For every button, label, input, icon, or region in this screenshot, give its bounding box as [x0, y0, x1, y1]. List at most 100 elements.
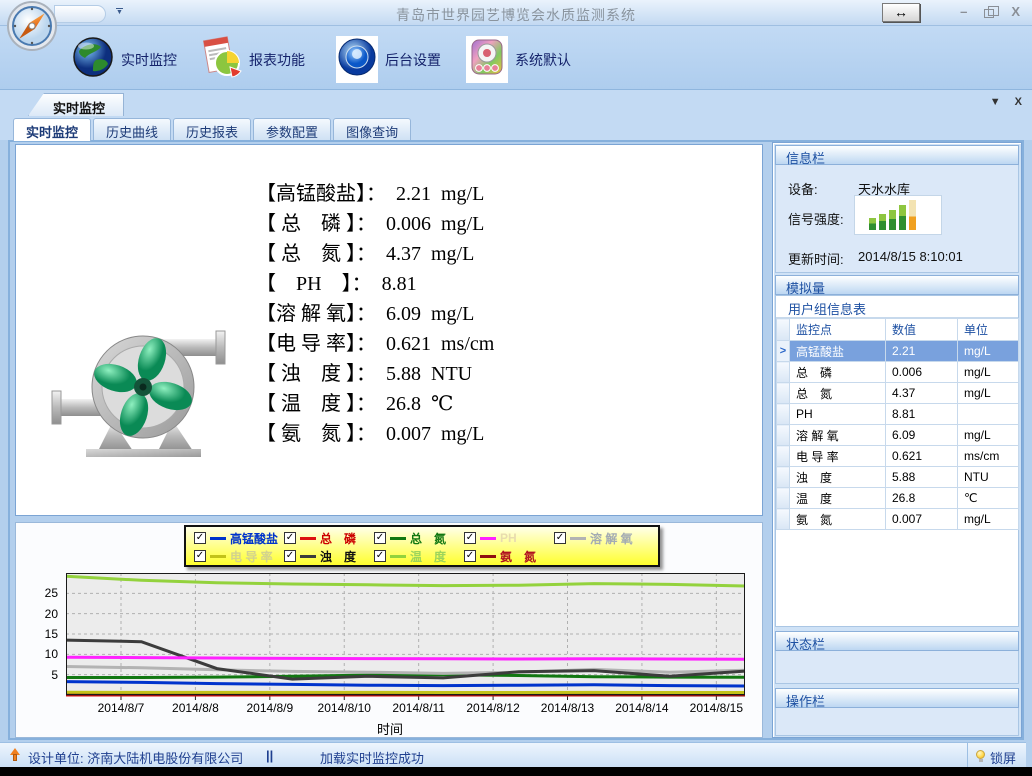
row-indicator-header	[777, 319, 790, 341]
y-tick-label: 15	[30, 627, 58, 641]
table-row[interactable]: 氨 氮0.007mg/L	[777, 509, 1019, 530]
right-side-panel: 信息栏 设备: 天水水库 信号强度: 更新时间: 2014/8/15 8:10:…	[772, 142, 1022, 738]
minimize-button[interactable]: –	[960, 5, 967, 19]
table-row[interactable]: 总 氮4.37mg/L	[777, 383, 1019, 404]
legend-item[interactable]: ✓ 温 度	[374, 548, 464, 565]
table-cell: 高锰酸盐	[790, 341, 886, 362]
document-tab-realtime[interactable]: 实时监控	[28, 93, 124, 116]
table-cell: mg/L	[958, 362, 1019, 383]
legend-checkbox[interactable]: ✓	[464, 550, 476, 562]
table-cell: 5.88	[886, 467, 958, 488]
legend-item[interactable]: ✓总 氮	[374, 530, 464, 547]
x-tick-label: 2014/8/11	[383, 701, 455, 715]
sub-tab-bar: 实时监控历史曲线历史报表参数配置图像查询	[0, 116, 1032, 140]
table-cell: ℃	[958, 488, 1019, 509]
row-indicator	[777, 467, 790, 488]
resize-button[interactable]: ↔	[882, 3, 920, 22]
lock-screen-button[interactable]: 锁屏	[967, 743, 1020, 768]
status-panel-header[interactable]: 状态栏	[775, 631, 1019, 651]
tab-parameter-config[interactable]: 参数配置	[253, 118, 331, 140]
table-cell: 4.37	[886, 383, 958, 404]
legend-checkbox[interactable]: ✓	[194, 532, 206, 544]
table-cell: 总 氮	[790, 383, 886, 404]
lock-screen-label: 锁屏	[990, 748, 1016, 767]
update-time-label: 更新时间:	[788, 249, 844, 268]
legend-checkbox[interactable]: ✓	[284, 550, 296, 562]
tab-realtime-monitor[interactable]: 实时监控	[13, 118, 91, 141]
legend-label: PH	[500, 531, 517, 545]
status-bar: 设计单位: 济南大陆机电股份有限公司 || 加载实时监控成功 锁屏	[0, 742, 1026, 767]
table-row[interactable]: 电 导 率0.621ms/cm	[777, 446, 1019, 467]
toolbar-button-realtime[interactable]: 实时监控	[72, 36, 177, 83]
column-header[interactable]: 监控点	[790, 319, 886, 341]
disc-icon	[336, 36, 378, 83]
tab-image-query[interactable]: 图像查询	[333, 118, 411, 140]
table-row[interactable]: 浊 度5.88NTU	[777, 467, 1019, 488]
legend-label: 浊 度	[320, 548, 356, 565]
analog-table-container: 用户组信息表 监控点数值单位>高锰酸盐2.21mg/L总 磷0.006mg/L总…	[775, 295, 1019, 627]
table-cell: 0.007	[886, 509, 958, 530]
toolbar-button-reports[interactable]: 报表功能	[200, 36, 305, 83]
legend-checkbox[interactable]: ✓	[374, 550, 386, 562]
row-indicator	[777, 509, 790, 530]
designer-icon	[8, 748, 22, 762]
operation-panel-header[interactable]: 操作栏	[775, 688, 1019, 708]
legend-line-swatch	[210, 555, 226, 558]
status-panel-body	[775, 651, 1019, 684]
close-button[interactable]: X	[1011, 5, 1020, 19]
designer-text: 设计单位: 济南大陆机电股份有限公司	[28, 748, 243, 767]
application-window: ▼ 青岛市世界园艺博览会水质监测系统 ↔ – X	[0, 0, 1032, 767]
update-time-value: 2014/8/15 8:10:01	[858, 249, 963, 264]
signal-label: 信号强度:	[788, 209, 844, 228]
signal-strength-icon	[854, 195, 942, 235]
column-header[interactable]: 数值	[886, 319, 958, 341]
table-row[interactable]: >高锰酸盐2.21mg/L	[777, 341, 1019, 362]
legend-item[interactable]: ✓ PH	[464, 531, 554, 545]
table-row[interactable]: 温 度26.8℃	[777, 488, 1019, 509]
legend-item[interactable]: ✓氨 氮	[464, 548, 554, 565]
statusbar-separator: ||	[266, 748, 273, 763]
x-tick-label: 2014/8/10	[308, 701, 380, 715]
readout-line: 【 总 氮 】： 4.37 mg/L	[256, 239, 494, 269]
table-cell: 0.006	[886, 362, 958, 383]
title-bar: ▼ 青岛市世界园艺博览会水质监测系统 ↔ – X	[0, 0, 1032, 26]
legend-checkbox[interactable]: ✓	[194, 550, 206, 562]
toolbar-button-settings[interactable]: 后台设置	[336, 36, 441, 83]
row-indicator	[777, 383, 790, 404]
restore-button[interactable]	[984, 9, 994, 18]
legend-item[interactable]: ✓总 磷	[284, 530, 374, 547]
table-row[interactable]: 溶 解 氧6.09mg/L	[777, 425, 1019, 446]
legend-checkbox[interactable]: ✓	[374, 532, 386, 544]
realtime-values-panel: 【高锰酸盐】： 2.21 mg/L【 总 磷 】： 0.006 mg/L【 总 …	[15, 144, 763, 516]
chart-legend: ✓高锰酸盐✓总 磷✓总 氮✓PH✓溶 解 氧 ✓电 导 率✓浊 度✓温 度✓氨 …	[184, 525, 660, 567]
tab-history-curve[interactable]: 历史曲线	[93, 118, 171, 140]
toolbar-button-defaults[interactable]: 系统默认	[466, 36, 571, 83]
compass-logo-icon[interactable]	[6, 0, 58, 57]
column-header[interactable]: 单位	[958, 319, 1019, 341]
user-group-table: 监控点数值单位>高锰酸盐2.21mg/L总 磷0.006mg/L总 氮4.37m…	[776, 318, 1019, 530]
legend-item[interactable]: ✓ 浊 度	[284, 548, 374, 565]
x-tick-label: 2014/8/7	[85, 701, 157, 715]
table-row[interactable]: PH8.81	[777, 404, 1019, 425]
row-indicator	[777, 362, 790, 383]
legend-checkbox[interactable]: ✓	[284, 532, 296, 544]
tab-close-icon[interactable]: X	[1015, 96, 1022, 108]
table-cell: 溶 解 氧	[790, 425, 886, 446]
table-cell: PH	[790, 404, 886, 425]
tab-list-dropdown-icon[interactable]: ▼	[990, 96, 1001, 108]
tab-history-report[interactable]: 历史报表	[173, 118, 251, 140]
legend-label: 温 度	[410, 548, 446, 565]
legend-item[interactable]: ✓高锰酸盐	[194, 530, 284, 547]
toolbar-label: 系统默认	[515, 50, 571, 70]
legend-item[interactable]: ✓溶 解 氧	[554, 530, 644, 547]
legend-item[interactable]: ✓电 导 率	[194, 548, 284, 565]
info-panel-header[interactable]: 信息栏	[775, 145, 1019, 165]
row-indicator	[777, 404, 790, 425]
globe-icon	[72, 36, 114, 83]
toolbar-label: 后台设置	[385, 50, 441, 70]
analog-panel-header[interactable]: 模拟量	[775, 275, 1019, 295]
legend-checkbox[interactable]: ✓	[464, 532, 476, 544]
table-cell: 26.8	[886, 488, 958, 509]
legend-checkbox[interactable]: ✓	[554, 532, 566, 544]
table-row[interactable]: 总 磷0.006mg/L	[777, 362, 1019, 383]
